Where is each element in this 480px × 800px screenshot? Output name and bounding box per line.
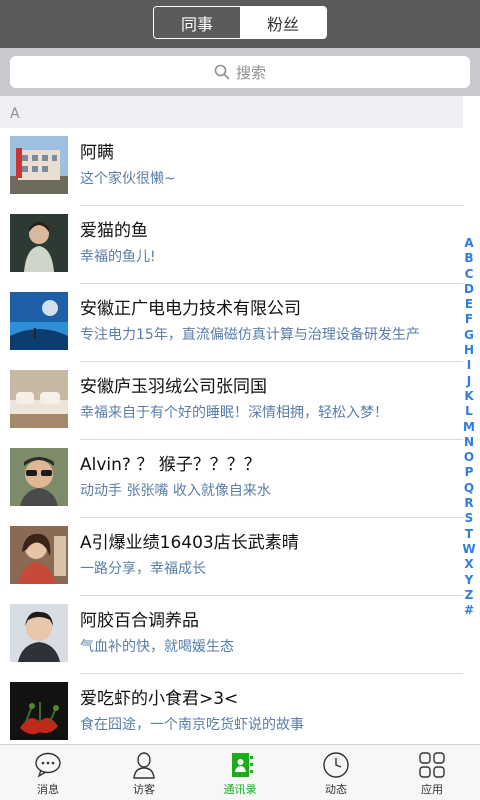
contact-description: 幸福的鱼儿! (80, 249, 156, 265)
contact-description: 食在囧途，一个南京吃货虾说的故事 (80, 717, 304, 733)
tab-moments[interactable]: 动态 (288, 745, 384, 800)
avatar (10, 370, 68, 428)
contact-name: Alvin? ？ 猴子？？？？ (80, 455, 261, 475)
tab-label: 应用 (421, 783, 443, 796)
tab-apps[interactable]: 应用 (384, 745, 480, 800)
clock-icon (323, 752, 349, 778)
avatar (10, 214, 68, 272)
tab-visitors[interactable]: 访客 (96, 745, 192, 800)
index-letter[interactable]: I (467, 358, 471, 373)
index-letter[interactable]: J (467, 374, 471, 389)
index-letter[interactable]: F (465, 312, 473, 327)
tab-label: 访客 (133, 783, 155, 796)
index-letter[interactable]: N (464, 435, 474, 450)
index-letter[interactable]: O (464, 450, 474, 465)
search-area: 搜索 (0, 48, 480, 96)
contact-description: 气血补的快，就喝媛生态 (80, 639, 234, 655)
contact-row[interactable]: 爱吃虾的小食君>3< 食在囧途，一个南京吃货虾说的故事 (0, 674, 463, 752)
contact-name: 安徽正广电电力技术有限公司 (80, 299, 301, 319)
index-letter[interactable]: E (465, 297, 473, 312)
avatar (10, 448, 68, 506)
contact-description: 一路分享，幸福成长 (80, 561, 206, 577)
avatar (10, 604, 68, 662)
index-letter[interactable]: H (464, 343, 474, 358)
index-letter[interactable]: X (464, 557, 473, 572)
contact-row[interactable]: 阿胶百合调养品 气血补的快，就喝媛生态 (0, 596, 463, 674)
index-letter[interactable]: S (465, 511, 474, 526)
index-letter[interactable]: Z (465, 588, 474, 603)
index-letter[interactable]: B (464, 251, 473, 266)
avatar (10, 526, 68, 584)
contact-description: 幸福来自于有个好的睡眠！深情相拥，轻松入梦！ (80, 405, 388, 421)
index-letter[interactable]: G (464, 328, 474, 343)
contact-name: 爱猫的鱼 (80, 221, 148, 241)
top-bar: 同事 粉丝 (0, 0, 480, 48)
contact-description: 这个家伙很懒~ (80, 171, 176, 187)
contact-name: 阿胶百合调养品 (80, 611, 199, 631)
contact-name: 爱吃虾的小食君>3< (80, 689, 239, 709)
avatar (10, 292, 68, 350)
index-letter[interactable]: P (465, 465, 474, 480)
message-icon (35, 752, 61, 778)
tab-label: 消息 (37, 783, 59, 796)
alphabet-index[interactable]: A B C D E F G H I J K L M N O P Q R S T … (462, 236, 476, 618)
index-letter[interactable]: T (465, 527, 473, 542)
contact-name: 阿瞒 (80, 143, 114, 163)
index-letter[interactable]: K (464, 389, 473, 404)
search-input[interactable]: 搜索 (10, 56, 470, 88)
contacts-icon (232, 753, 253, 777)
contact-name: 安徽庐玉羽绒公司张同国 (80, 377, 267, 397)
person-icon (133, 752, 155, 779)
section-header: A (0, 96, 463, 128)
avatar (10, 136, 68, 194)
contact-row[interactable]: 安徽庐玉羽绒公司张同国 幸福来自于有个好的睡眠！深情相拥，轻松入梦！ (0, 362, 463, 440)
apps-icon (419, 752, 445, 778)
contact-description: 动动手 张张嘴 收入就像自来水 (80, 483, 271, 499)
index-letter[interactable]: Q (464, 481, 474, 496)
index-letter[interactable]: L (465, 404, 473, 419)
index-letter[interactable]: A (464, 236, 473, 251)
contact-name: A引爆业绩16403店长武素晴 (80, 533, 299, 553)
index-letter[interactable]: R (464, 496, 473, 511)
contact-row[interactable]: A引爆业绩16403店长武素晴 一路分享，幸福成长 (0, 518, 463, 596)
contact-list: 阿瞒 这个家伙很懒~ 爱猫的鱼 幸福的鱼儿! 安徽正广电电力技术有限公司 专注电… (0, 128, 463, 752)
contact-row[interactable]: 阿瞒 这个家伙很懒~ (0, 128, 463, 206)
bottom-tab-bar: 消息 访客 通讯录 动态 应用 (0, 744, 480, 800)
segment-fans[interactable]: 粉丝 (240, 7, 326, 38)
avatar (10, 682, 68, 740)
tab-contacts[interactable]: 通讯录 (192, 745, 288, 800)
contact-description: 专注电力15年，直流偏磁仿真计算与治理设备研发生产 (80, 327, 420, 343)
search-icon (214, 64, 230, 80)
search-placeholder: 搜索 (235, 63, 266, 82)
tab-messages[interactable]: 消息 (0, 745, 96, 800)
contact-row[interactable]: Alvin? ？ 猴子？？？？ 动动手 张张嘴 收入就像自来水 (0, 440, 463, 518)
contact-row[interactable]: 安徽正广电电力技术有限公司 专注电力15年，直流偏磁仿真计算与治理设备研发生产 (0, 284, 463, 362)
tab-label: 动态 (325, 783, 347, 796)
contact-row[interactable]: 爱猫的鱼 幸福的鱼儿! (0, 206, 463, 284)
index-letter[interactable]: D (464, 282, 474, 297)
segment-colleagues[interactable]: 同事 (154, 7, 240, 38)
segmented-control: 同事 粉丝 (153, 6, 327, 39)
index-letter[interactable]: W (462, 542, 475, 557)
index-letter[interactable]: M (463, 420, 475, 435)
index-letter[interactable]: C (465, 267, 474, 282)
tab-label: 通讯录 (223, 783, 257, 796)
index-letter[interactable]: Y (465, 573, 474, 588)
index-letter[interactable]: # (464, 603, 474, 618)
